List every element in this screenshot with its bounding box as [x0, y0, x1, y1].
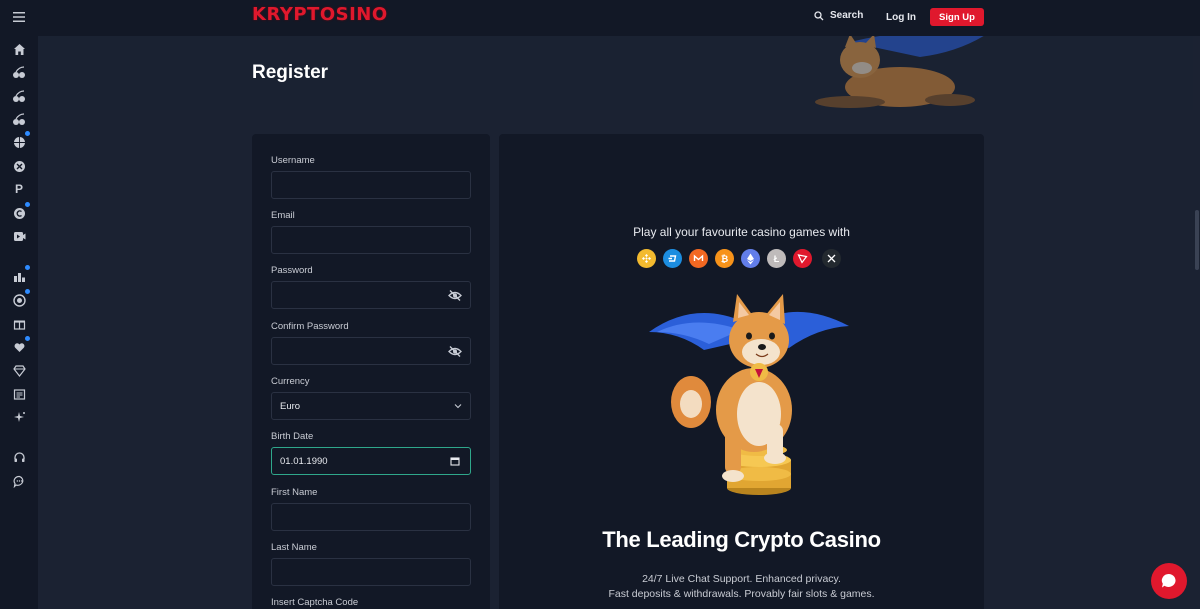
search-button[interactable]: Search [814, 10, 863, 21]
captcha-label: Insert Captcha Code [271, 597, 359, 608]
target-icon[interactable] [11, 292, 27, 308]
promo-heading: The Leading Crypto Casino [602, 527, 881, 552]
shiba-mascot-banner-image [815, 36, 984, 108]
page-banner: Register [38, 36, 1200, 110]
promo-panel: Play all your favourite casino games wit… [499, 134, 984, 609]
username-label: Username [271, 155, 315, 166]
litecoin-coin-icon: Ł [767, 249, 786, 268]
monero-coin-icon [689, 249, 708, 268]
cherry-icon[interactable] [11, 111, 27, 127]
birth-date-label: Birth Date [271, 431, 314, 442]
promo-title: Play all your favourite casino games wit… [633, 225, 850, 239]
email-label: Email [271, 210, 295, 221]
currency-value: Euro [280, 401, 301, 412]
headset-icon[interactable] [11, 449, 27, 465]
hearts-icon[interactable] [11, 339, 27, 355]
sparkle-icon[interactable] [11, 409, 27, 425]
last-name-label: Last Name [271, 542, 317, 553]
eye-slash-icon[interactable] [448, 345, 462, 358]
notification-dot [25, 202, 30, 207]
confirm-password-label: Confirm Password [271, 321, 349, 332]
gift-icon[interactable] [11, 315, 27, 331]
email-input[interactable] [271, 226, 471, 254]
chat-bubble-icon [1161, 573, 1176, 588]
slots-cherry-icon[interactable] [11, 64, 27, 80]
notification-dot [25, 265, 30, 270]
hamburger-menu-icon[interactable] [12, 10, 26, 24]
live-chat-button[interactable] [1151, 563, 1187, 599]
diamond-icon[interactable] [11, 362, 27, 378]
crypto-coin-row: ₿ Ł [637, 249, 847, 269]
chevron-down-icon [454, 404, 462, 409]
birth-date-value: 01.01.1990 [280, 456, 328, 467]
video-icon[interactable] [11, 228, 27, 244]
kryptosino-logo[interactable]: KRYPTOSINO [252, 4, 388, 25]
password-label: Password [271, 265, 313, 276]
page-scrollbar[interactable] [1193, 36, 1200, 609]
username-input[interactable] [271, 171, 471, 199]
last-name-input[interactable] [271, 558, 471, 586]
ethereum-coin-icon [741, 249, 760, 268]
notification-dot [25, 336, 30, 341]
tron-coin-icon [793, 249, 812, 268]
leaderboard-icon[interactable] [11, 268, 27, 284]
cherry-icon[interactable] [11, 88, 27, 104]
search-icon [814, 10, 824, 20]
basketball-icon[interactable] [11, 134, 27, 150]
currency-select[interactable]: Euro [271, 392, 471, 420]
xrp-coin-icon [822, 249, 841, 268]
c-coin-icon[interactable] [11, 205, 27, 221]
calendar-icon[interactable] [450, 456, 460, 466]
register-form: Username Email Password Confirm Password… [252, 134, 490, 609]
password-input[interactable] [271, 281, 471, 309]
bitcoin-coin-icon: ₿ [715, 249, 734, 268]
currency-label: Currency [271, 376, 310, 387]
login-button[interactable]: Log In [886, 12, 916, 23]
scrollbar-thumb[interactable] [1195, 210, 1199, 270]
home-icon[interactable] [11, 41, 27, 57]
bnb-coin-icon [637, 249, 656, 268]
chat-bubble-icon[interactable] [11, 473, 27, 489]
p-icon[interactable]: P [11, 181, 27, 197]
search-label: Search [830, 10, 864, 21]
eye-slash-icon[interactable] [448, 289, 462, 302]
shiba-mascot-image [649, 294, 849, 495]
notification-dot [25, 131, 30, 136]
x-circle-icon[interactable] [11, 158, 27, 174]
news-icon[interactable] [11, 386, 27, 402]
sidebar: P [0, 0, 38, 609]
dash-coin-icon [663, 249, 682, 268]
promo-line-1: 24/7 Live Chat Support. Enhanced privacy… [642, 573, 841, 585]
signup-button[interactable]: Sign Up [930, 8, 984, 26]
confirm-password-input[interactable] [271, 337, 471, 365]
birth-date-input[interactable]: 01.01.1990 [271, 447, 471, 475]
top-header: KRYPTOSINO Search Log In Sign Up [38, 0, 1200, 36]
page-title: Register [252, 62, 329, 83]
promo-line-2: Fast deposits & withdrawals. Provably fa… [608, 588, 875, 600]
first-name-input[interactable] [271, 503, 471, 531]
first-name-label: First Name [271, 487, 318, 498]
notification-dot [25, 289, 30, 294]
